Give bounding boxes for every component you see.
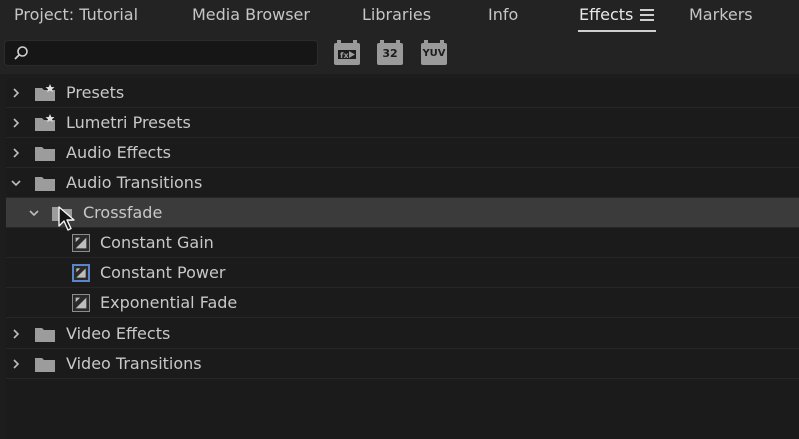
tree-item-audio-transitions[interactable]: Audio Transitions [6, 168, 799, 198]
folder-icon [35, 328, 55, 342]
search-icon [14, 46, 28, 60]
tree-item-label: Lumetri Presets [66, 113, 191, 132]
tree-item-label: Audio Transitions [66, 173, 203, 192]
folder-icon [35, 358, 55, 372]
chevron-right-icon[interactable] [10, 328, 22, 340]
tree-item-video-effects[interactable]: Video Effects [6, 319, 799, 349]
tree-item-label: Constant Power [100, 263, 226, 282]
effects-tree: Presets Lumetri Presets Audio Effects Au… [6, 78, 799, 439]
tree-item-label: Video Effects [66, 324, 171, 343]
tree-item-label: Exponential Fade [100, 293, 238, 312]
tree-item-exponential-fade[interactable]: Exponential Fade [6, 288, 799, 318]
transition-effect-icon [72, 294, 90, 312]
chevron-right-icon[interactable] [10, 87, 22, 99]
tree-item-label: Audio Effects [66, 143, 171, 162]
tree-item-video-transitions[interactable]: Video Transitions [6, 349, 799, 379]
folder-icon [35, 177, 55, 191]
transition-effect-icon [72, 264, 90, 282]
effects-toolbar: fx 32 YUV [0, 34, 799, 74]
chevron-down-icon[interactable] [10, 177, 22, 189]
chevron-down-icon[interactable] [28, 207, 40, 219]
tree-item-constant-power[interactable]: Constant Power [6, 258, 799, 288]
tree-item-label: Crossfade [83, 203, 163, 222]
tab-media-browser[interactable]: Media Browser [192, 5, 310, 27]
mouse-cursor-icon [58, 206, 75, 231]
tree-item-label: Constant Gain [100, 233, 214, 252]
preset-folder-icon [35, 84, 55, 101]
tree-item-presets[interactable]: Presets [6, 78, 799, 108]
32-bit-color-button[interactable]: 32 [377, 40, 403, 65]
yuv-effects-button[interactable]: YUV [421, 40, 447, 65]
tab-info[interactable]: Info [488, 5, 518, 27]
accelerated-effects-button[interactable]: fx [334, 40, 360, 65]
tree-item-lumetri-presets[interactable]: Lumetri Presets [6, 108, 799, 138]
tree-item-crossfade[interactable]: Crossfade [6, 198, 799, 228]
active-tab-indicator [578, 30, 656, 32]
transition-effect-icon [72, 234, 90, 252]
chevron-right-icon[interactable] [10, 147, 22, 159]
chevron-right-icon[interactable] [10, 358, 22, 370]
accelerated-effects-icon: fx [338, 50, 356, 60]
tab-libraries[interactable]: Libraries [362, 5, 431, 27]
svg-text:fx: fx [340, 51, 349, 60]
tree-item-label: Video Transitions [66, 354, 202, 373]
panel-menu-icon[interactable] [640, 9, 654, 21]
folder-icon [35, 147, 55, 161]
tree-item-audio-effects[interactable]: Audio Effects [6, 138, 799, 168]
tab-markers[interactable]: Markers [689, 5, 753, 27]
search-input[interactable] [4, 40, 318, 66]
panel-tab-bar: Project: Tutorial Media Browser Librarie… [0, 0, 799, 34]
tab-project[interactable]: Project: Tutorial [14, 5, 138, 27]
tree-item-constant-gain[interactable]: Constant Gain [6, 228, 799, 258]
preset-folder-icon [35, 114, 55, 131]
chevron-right-icon[interactable] [10, 117, 22, 129]
tab-effects[interactable]: Effects [579, 5, 633, 27]
tree-item-label: Presets [66, 83, 125, 102]
